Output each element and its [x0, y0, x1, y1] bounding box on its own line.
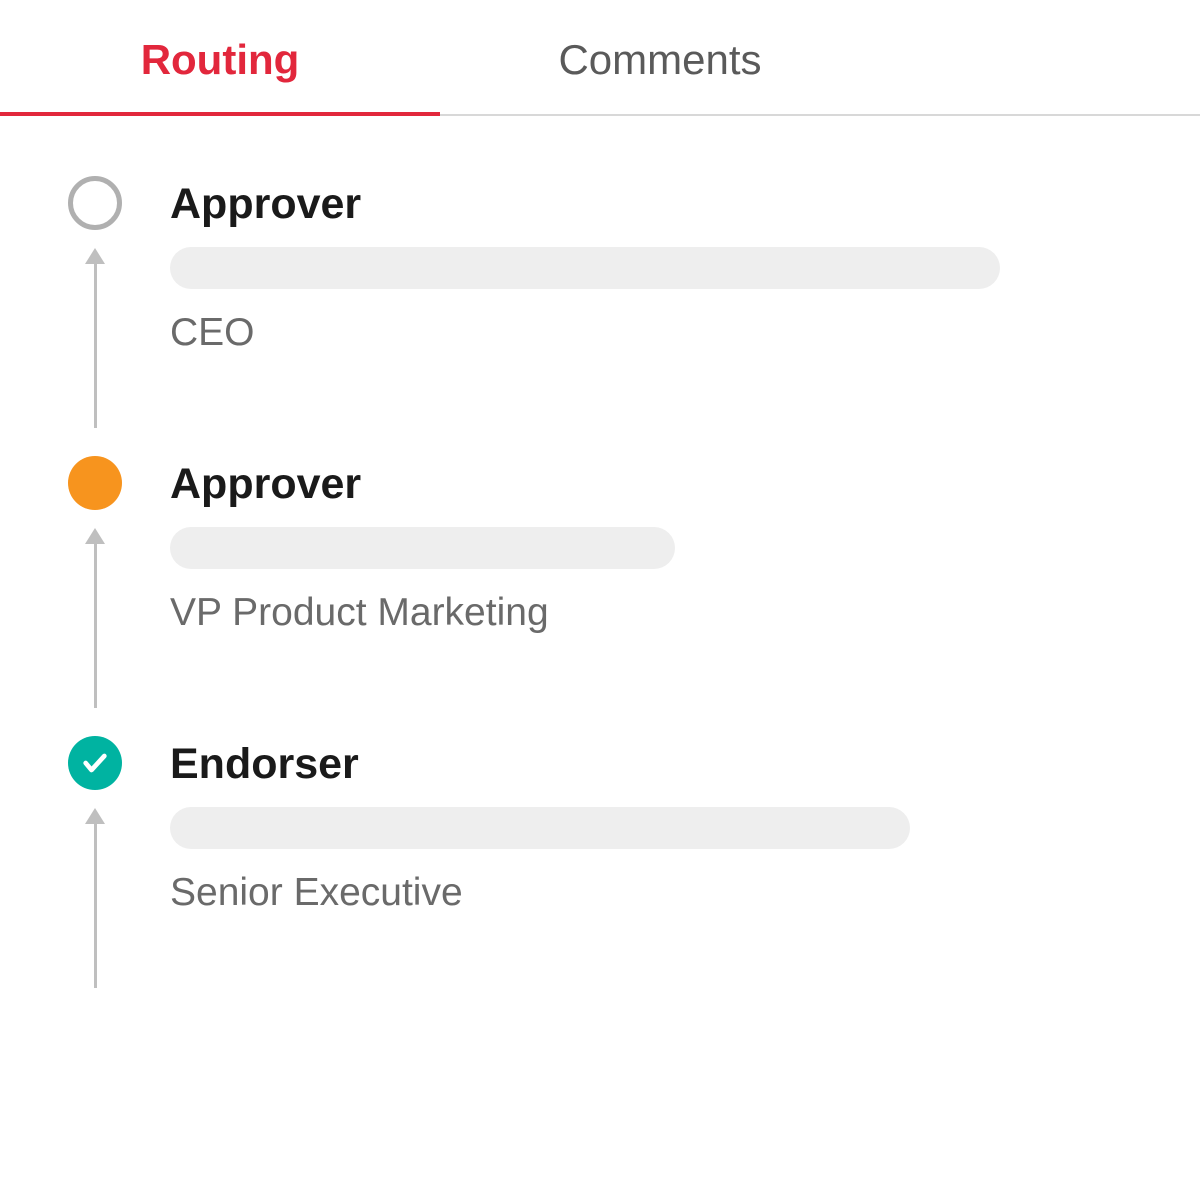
step-gutter [60, 176, 130, 230]
flow-arrow-icon [83, 248, 107, 428]
step-body: Approver CEO [130, 176, 1140, 355]
routing-step: Endorser Senior Executive [60, 736, 1140, 1016]
step-body: Approver VP Product Marketing [130, 456, 1140, 635]
step-title-label: CEO [170, 311, 1140, 355]
tab-bar: Routing Comments [0, 0, 1200, 116]
step-body: Endorser Senior Executive [130, 736, 1140, 915]
routing-steps: Approver CEO Approver VP Product Marketi… [0, 116, 1200, 1016]
placeholder-bar [170, 527, 675, 569]
placeholder-bar [170, 807, 910, 849]
step-title-label: Senior Executive [170, 871, 1140, 915]
routing-step: Approver CEO [60, 176, 1140, 456]
routing-step: Approver VP Product Marketing [60, 456, 1140, 736]
flow-arrow-icon [83, 808, 107, 988]
step-role-label: Approver [170, 180, 1140, 229]
tab-comments[interactable]: Comments [440, 0, 880, 114]
placeholder-bar [170, 247, 1000, 289]
step-role-label: Approver [170, 460, 1140, 509]
flow-arrow-icon [83, 528, 107, 708]
check-icon [81, 749, 109, 777]
step-role-label: Endorser [170, 740, 1140, 789]
status-pending-icon [68, 456, 122, 510]
status-empty-icon [68, 176, 122, 230]
step-title-label: VP Product Marketing [170, 591, 1140, 635]
status-done-icon [68, 736, 122, 790]
step-gutter [60, 736, 130, 790]
tab-routing[interactable]: Routing [0, 0, 440, 114]
step-gutter [60, 456, 130, 510]
